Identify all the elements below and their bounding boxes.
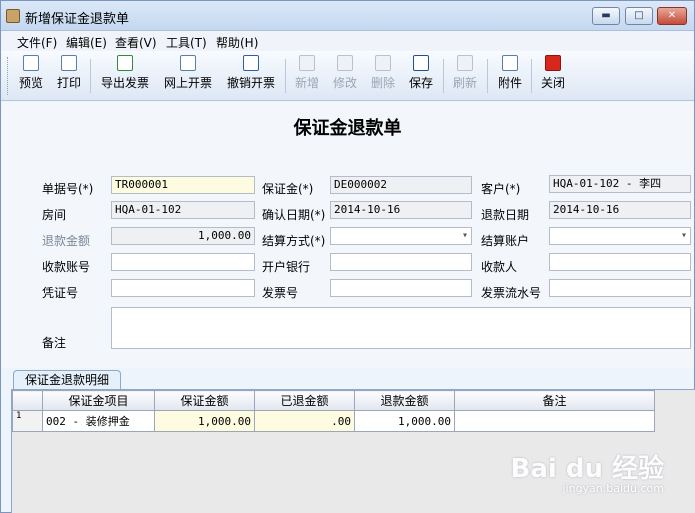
settle-method-select[interactable]: [330, 227, 472, 245]
column-header[interactable]: 已退金额: [254, 390, 355, 411]
new-button[interactable]: 新增: [293, 55, 321, 97]
undo-icon: [243, 55, 259, 71]
form-title: 保证金退款单: [293, 118, 402, 139]
doc-no-label: 单据号(*): [42, 182, 94, 196]
detail-tab-strip: 保证金退款明细: [1, 368, 694, 390]
deposit-item-cell[interactable]: 002 - 装修押金: [42, 410, 155, 432]
customer-field[interactable]: HQA-01-102 - 李四: [549, 175, 691, 193]
preview-button[interactable]: 预览: [17, 55, 45, 97]
table-row[interactable]: 1 002 - 装修押金 1,000.00 .00 1,000.00: [12, 410, 655, 432]
remark-field[interactable]: [111, 307, 691, 349]
settle-account-label: 结算账户: [481, 234, 530, 248]
refund-amount-cell[interactable]: 1,000.00: [354, 410, 455, 432]
voucher-no-field[interactable]: [111, 279, 255, 297]
title-bar: 新增保证金退款单 ▬ □ ✕: [1, 1, 694, 31]
minimize-button[interactable]: ▬: [592, 7, 620, 25]
printer-icon: [61, 55, 77, 71]
tab-refund-detail[interactable]: 保证金退款明细: [13, 370, 121, 390]
close-window-button[interactable]: ✕: [657, 7, 687, 25]
menu-edit[interactable]: 编辑(E): [66, 34, 107, 51]
refund-amount-label: 退款金额: [42, 234, 91, 248]
refund-form-window: 新增保证金退款单 ▬ □ ✕ 文件(F) 编辑(E) 查看(V) 工具(T) 帮…: [0, 0, 695, 513]
settle-method-label: 结算方式(*): [262, 234, 326, 248]
refund-form: 保证金退款单 单据号(*) TR000001 保证金(*) DE000002 客…: [1, 102, 694, 368]
payee-label: 收款人: [481, 260, 518, 274]
remark-label: 备注: [42, 336, 67, 350]
menu-view[interactable]: 查看(V): [115, 34, 157, 51]
cancel-invoice-button[interactable]: 撤销开票: [224, 55, 278, 97]
doc-no-field[interactable]: TR000001: [111, 176, 255, 194]
room-label: 房间: [42, 208, 67, 222]
column-header[interactable]: 保证金项目: [42, 390, 155, 411]
toolbar-separator: [443, 59, 444, 93]
save-icon: [413, 55, 429, 71]
refunded-amount-cell[interactable]: .00: [254, 410, 355, 432]
watermark-url: jingyan.baidu.com: [562, 482, 664, 495]
invoice-no-label: 发票号: [262, 286, 299, 300]
bank-field[interactable]: [330, 253, 472, 271]
menu-help[interactable]: 帮助(H): [216, 34, 258, 51]
toolbar-separator: [90, 59, 91, 93]
print-button[interactable]: 打印: [55, 55, 83, 97]
deposit-field[interactable]: DE000002: [330, 176, 472, 194]
row-number[interactable]: 1: [12, 410, 43, 432]
menu-tools[interactable]: 工具(T): [166, 34, 207, 51]
attachment-icon: [502, 55, 518, 71]
voucher-no-label: 凭证号: [42, 286, 79, 300]
edit-icon: [337, 55, 353, 71]
confirm-date-label: 确认日期(*): [262, 208, 326, 222]
save-button[interactable]: 保存: [407, 55, 435, 97]
settle-account-select[interactable]: [549, 227, 691, 245]
online-invoice-icon: [180, 55, 196, 71]
baidu-watermark: Bai du 经验: [510, 454, 665, 484]
delete-button[interactable]: 删除: [369, 55, 397, 97]
attachment-button[interactable]: 附件: [496, 55, 524, 97]
refund-date-field[interactable]: 2014-10-16: [549, 201, 691, 219]
row-header-corner[interactable]: [12, 390, 43, 411]
refresh-icon: [457, 55, 473, 71]
room-field[interactable]: HQA-01-102: [111, 201, 255, 219]
detail-table: 保证金项目 保证金额 已退金额 退款金额 备注 1 002 - 装修押金 1,0…: [12, 390, 655, 432]
toolbar-grip[interactable]: [7, 57, 10, 95]
menu-file[interactable]: 文件(F): [17, 34, 57, 51]
close-button[interactable]: 关闭: [539, 55, 567, 97]
bank-label: 开户银行: [262, 260, 311, 274]
deposit-amount-cell[interactable]: 1,000.00: [154, 410, 255, 432]
remark-cell[interactable]: [454, 410, 655, 432]
delete-icon: [375, 55, 391, 71]
confirm-date-field[interactable]: 2014-10-16: [330, 201, 472, 219]
new-document-icon: [299, 55, 315, 71]
preview-icon: [23, 55, 39, 71]
refresh-button[interactable]: 刷新: [451, 55, 479, 97]
table-header-row: 保证金项目 保证金额 已退金额 退款金额 备注: [12, 390, 655, 411]
export-invoice-button[interactable]: 导出发票: [98, 55, 152, 97]
toolbar-separator: [531, 59, 532, 93]
invoice-serial-field[interactable]: [549, 279, 691, 297]
toolbar: 预览 打印 导出发票 网上开票 撤销开票 新增 修改 删除 保存 刷新 附件 关…: [1, 51, 694, 101]
invoice-no-field[interactable]: [330, 279, 472, 297]
customer-label: 客户(*): [481, 182, 521, 196]
deposit-label: 保证金(*): [262, 182, 314, 196]
menu-bar: 文件(F) 编辑(E) 查看(V) 工具(T) 帮助(H): [1, 31, 694, 51]
column-header[interactable]: 退款金额: [354, 390, 455, 411]
payee-account-field[interactable]: [111, 253, 255, 271]
online-invoice-button[interactable]: 网上开票: [161, 55, 215, 97]
column-header[interactable]: 备注: [454, 390, 655, 411]
toolbar-separator: [487, 59, 488, 93]
maximize-button[interactable]: □: [625, 7, 653, 25]
refund-date-label: 退款日期: [481, 208, 530, 222]
export-invoice-icon: [117, 55, 133, 71]
app-icon: [6, 9, 20, 23]
payee-field[interactable]: [549, 253, 691, 271]
column-header[interactable]: 保证金额: [154, 390, 255, 411]
toolbar-separator: [285, 59, 286, 93]
payee-account-label: 收款账号: [42, 260, 91, 274]
refund-amount-field[interactable]: 1,000.00: [111, 227, 255, 245]
invoice-serial-label: 发票流水号: [481, 286, 542, 300]
power-icon: [545, 55, 561, 71]
window-title: 新增保证金退款单: [25, 12, 130, 27]
edit-button[interactable]: 修改: [331, 55, 359, 97]
